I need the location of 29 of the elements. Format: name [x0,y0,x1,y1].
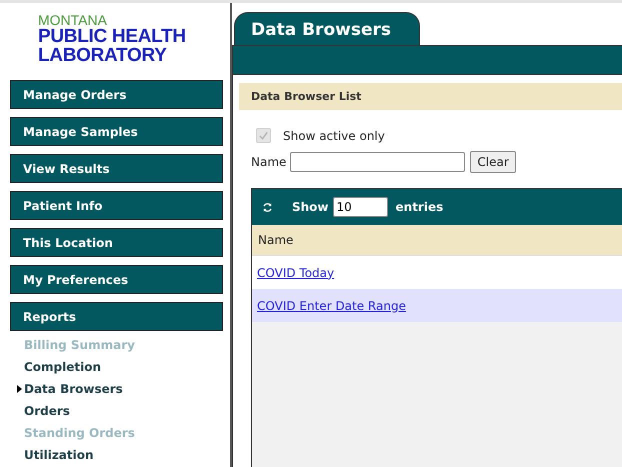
logo-text: PUBLIC HEALTH [38,27,186,46]
nav-button[interactable]: Manage Samples [10,117,223,146]
name-field[interactable] [290,152,466,172]
nav-button[interactable]: My Preferences [10,265,223,294]
nav-button[interactable]: Patient Info [10,191,223,220]
browser-link[interactable]: COVID Today [257,266,334,280]
page-tab[interactable]: Data Browsers [234,12,420,45]
nav-button[interactable]: This Location [10,228,223,257]
checkbox-label: Show active only [283,128,385,142]
nav-button[interactable]: View Results [10,154,223,183]
page-size-field[interactable]: 10 [332,197,388,217]
logo-text: LABORATORY [38,46,167,65]
refresh-icon[interactable] [262,202,273,212]
checkmark-icon [258,130,269,141]
section-header: Data Browser List [239,83,622,110]
submenu-item[interactable]: Orders [24,404,70,418]
submenu-item[interactable]: Completion [24,360,102,374]
table-row[interactable]: COVID Today [252,256,622,289]
submenu-item[interactable]: Data Browsers [24,382,123,396]
browser-link[interactable]: COVID Enter Date Range [257,298,406,312]
entries-label: entries [396,200,444,214]
column-header[interactable]: Name [258,233,294,247]
table-row[interactable]: COVID Enter Date Range [252,289,622,322]
submenu-item[interactable]: Utilization [24,448,94,462]
field-label: Name [251,155,286,169]
logo-text: MONTANA [38,13,107,27]
nav-button[interactable]: Reports [10,302,223,331]
nav-button[interactable]: Manage Orders [10,80,223,109]
show-label: Show [292,200,329,214]
